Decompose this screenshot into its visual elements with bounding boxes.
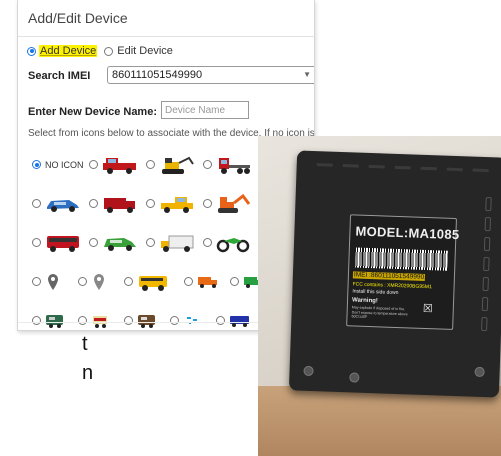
icon-radio[interactable]: [89, 199, 98, 208]
blue-car-icon: [47, 199, 79, 212]
icon-option[interactable]: [184, 274, 230, 290]
device-name-input[interactable]: [161, 101, 249, 119]
imei-select[interactable]: 860111051549990 ▼: [107, 66, 314, 84]
add-device-radio[interactable]: [27, 46, 36, 56]
edit-device-radio[interactable]: [104, 46, 114, 56]
photo-floor: [258, 386, 501, 456]
icon-radio[interactable]: [203, 199, 212, 208]
green-motorcycle-icon: [216, 237, 250, 252]
icon-option[interactable]: [203, 233, 260, 253]
icon-radio[interactable]: [230, 277, 239, 286]
icon-option[interactable]: [124, 272, 184, 292]
label-fine-print: May explode if disposed of in fire. Don'…: [351, 305, 408, 319]
excavator-icon: [162, 156, 194, 174]
icon-option[interactable]: [32, 194, 89, 214]
red-semi-truck-icon: [219, 157, 250, 174]
icon-option[interactable]: [89, 194, 146, 214]
icon-option[interactable]: [89, 155, 146, 175]
yellow-pickup-icon: [161, 196, 193, 213]
icon-option[interactable]: NO ICON: [32, 160, 89, 170]
mode-selector: Add Device Edit Device: [27, 45, 173, 57]
search-imei-label: Search IMEI: [28, 70, 91, 82]
label-warning: Warning!: [351, 297, 378, 305]
white-box-truck-icon: [161, 235, 194, 252]
icon-radio[interactable]: [146, 160, 155, 169]
red-pickup-icon: [103, 157, 136, 174]
orange-excavator-icon: [218, 193, 251, 213]
icon-radio[interactable]: [146, 238, 155, 247]
icon-option[interactable]: [203, 193, 260, 214]
icon-option[interactable]: [32, 272, 78, 292]
gray-pin-icon: [94, 273, 104, 290]
red-box-truck-icon: [104, 197, 135, 213]
chevron-down-icon: ▼: [303, 70, 311, 79]
icon-radio[interactable]: [32, 277, 41, 286]
device-name-label: Enter New Device Name:: [28, 106, 157, 118]
icon-radio[interactable]: [124, 277, 133, 286]
imei-select-value: 860111051549990: [112, 69, 203, 81]
school-bus-icon: [139, 275, 167, 291]
device-label-sticker: MODEL:MA1085 IMEI :860111051549990 FCC c…: [346, 214, 460, 330]
label-model: MODEL:MA1085: [355, 223, 460, 243]
label-install: Install this side down: [352, 288, 399, 297]
icon-option[interactable]: [146, 194, 203, 214]
orange-truck-icon: [198, 276, 217, 288]
icon-radio[interactable]: [32, 238, 41, 247]
green-car-icon: [104, 237, 136, 251]
icon-option[interactable]: [203, 155, 260, 175]
icon-radio[interactable]: [89, 238, 98, 247]
partial-text-line: n: [82, 362, 94, 384]
edit-device-label[interactable]: Edit Device: [117, 45, 173, 57]
icon-option[interactable]: [78, 272, 124, 292]
icon-radio[interactable]: [78, 277, 87, 286]
red-bus-icon: [47, 235, 79, 252]
label-barcode: [355, 247, 448, 271]
icon-option[interactable]: [32, 233, 89, 253]
no-icon-label: NO ICON: [45, 159, 84, 170]
icon-radio[interactable]: [203, 238, 212, 247]
no-icon-radio[interactable]: [32, 160, 41, 169]
icon-option[interactable]: [146, 155, 203, 175]
map-pin-icon: [48, 273, 58, 290]
icon-radio[interactable]: [146, 199, 155, 208]
icon-radio[interactable]: [89, 160, 98, 169]
device-photo: MODEL:MA1085 IMEI :860111051549990 FCC c…: [258, 136, 501, 456]
icon-option[interactable]: [146, 233, 203, 253]
icon-radio[interactable]: [32, 199, 41, 208]
add-device-label[interactable]: Add Device: [39, 45, 98, 57]
label-imei: IMEI :860111051549990: [352, 271, 426, 281]
crossed-bin-icon: ☒: [422, 302, 433, 316]
icon-radio[interactable]: [203, 160, 212, 169]
tracker-device: MODEL:MA1085 IMEI :860111051549990 FCC c…: [288, 150, 501, 398]
partial-text-line: t: [82, 333, 88, 355]
icon-radio[interactable]: [184, 277, 193, 286]
dialog-title: Add/Edit Device: [18, 0, 314, 37]
icon-option[interactable]: [89, 233, 146, 253]
